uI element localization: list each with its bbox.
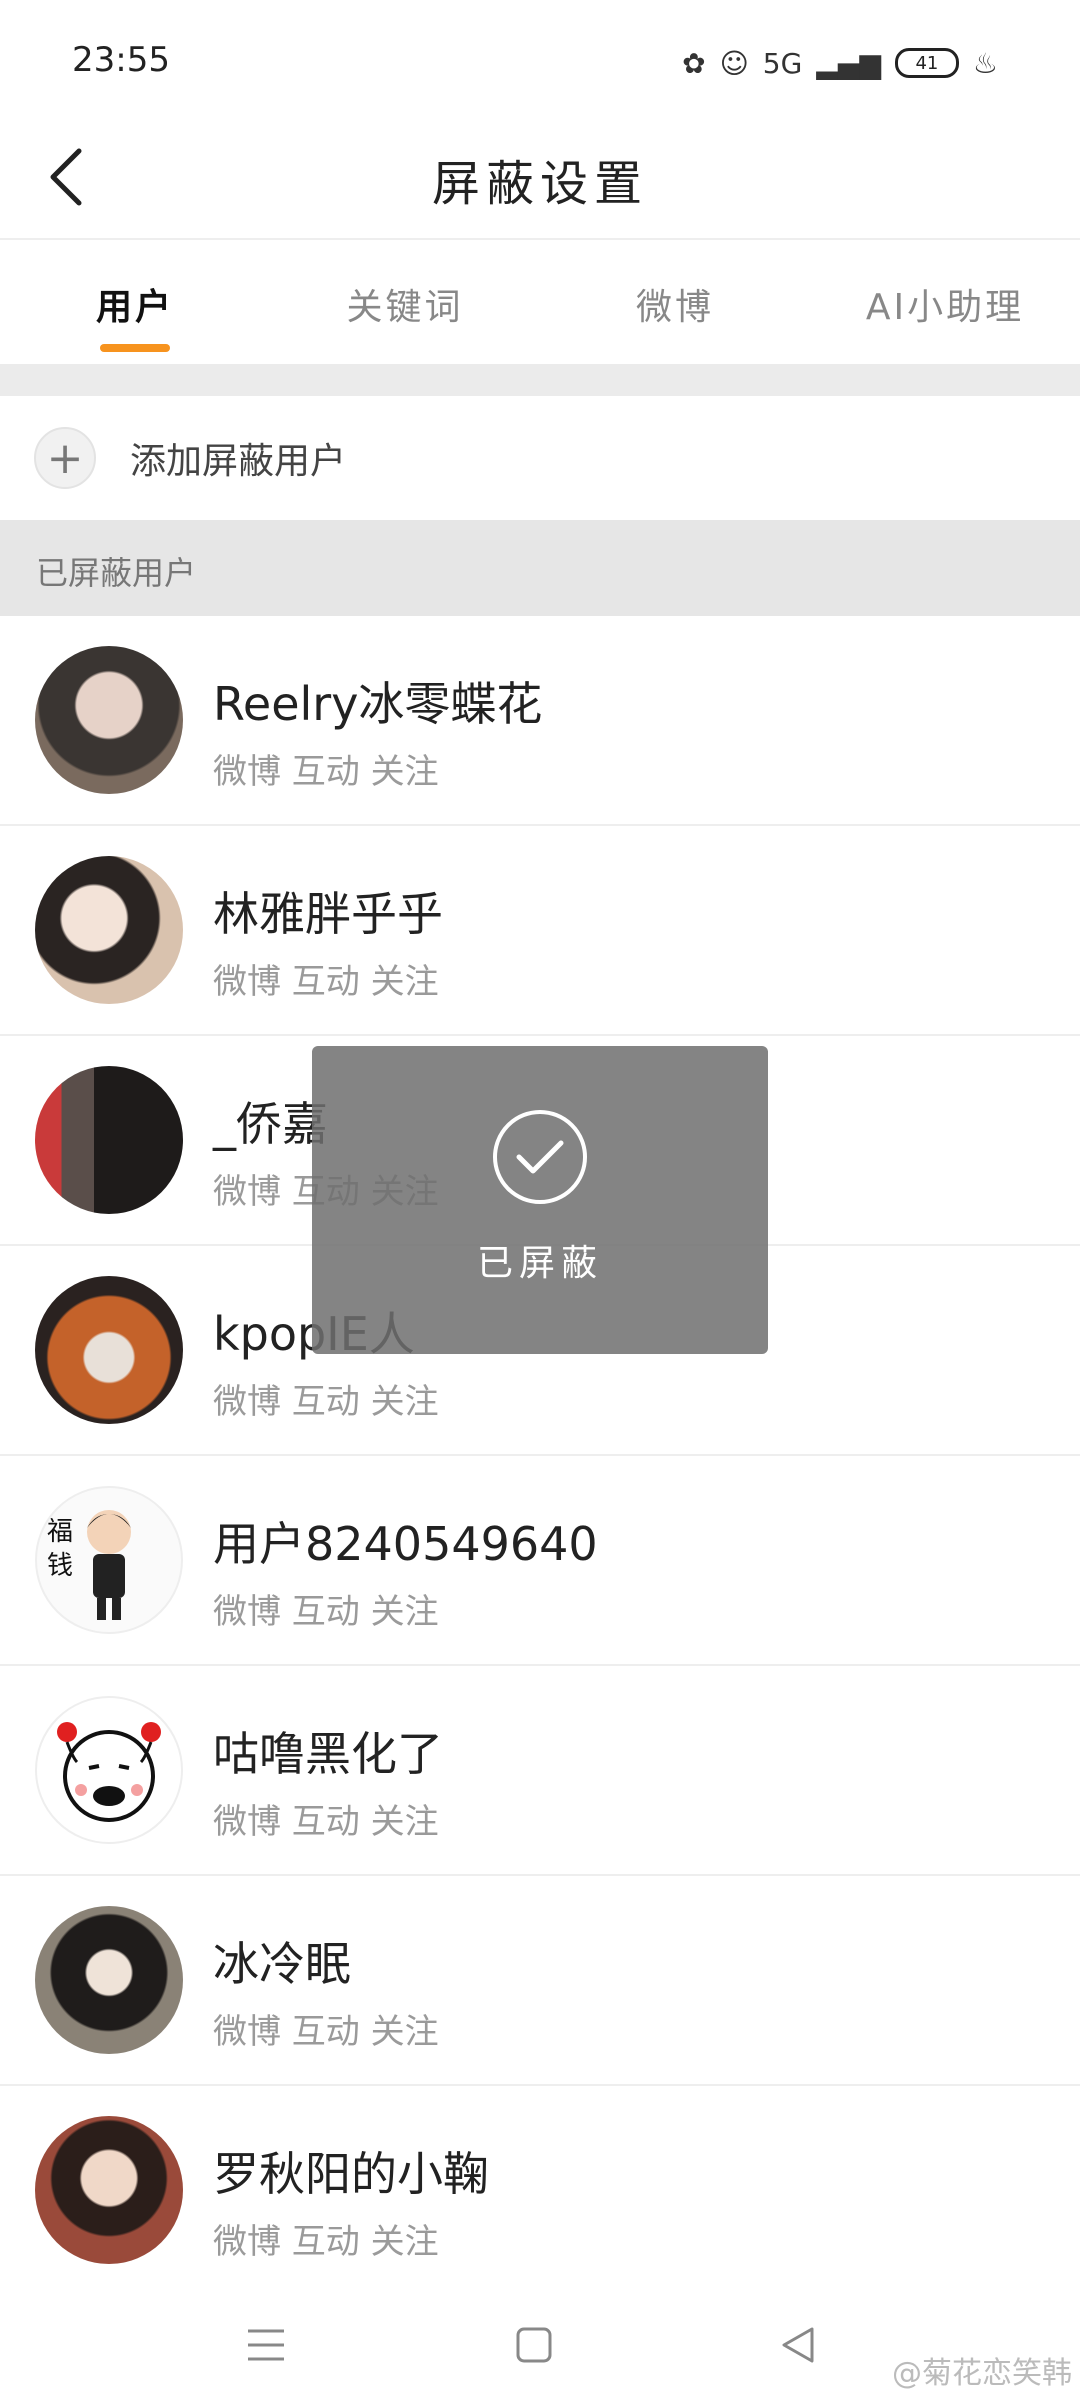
- avatar[interactable]: [35, 856, 183, 1004]
- status-time: 23:55: [72, 40, 170, 80]
- blocked-user-list: Reelry冰零蝶花 微博 互动 关注 林雅胖乎乎 微博 互动 关注 _侨嘉 微…: [0, 616, 1080, 2296]
- block-scope: 微博 互动 关注: [213, 1802, 439, 1842]
- list-item[interactable]: Reelry冰零蝶花 微博 互动 关注: [0, 616, 1080, 826]
- avatar[interactable]: [35, 646, 183, 794]
- user-name: _侨嘉: [213, 1097, 328, 1151]
- tab-keywords[interactable]: 关键词: [270, 240, 540, 364]
- list-item[interactable]: 罗秋阳的小鞠 微博 互动 关注: [0, 2086, 1080, 2296]
- back-triangle-icon: [782, 2327, 814, 2363]
- section-title: 已屏蔽用户: [36, 554, 197, 592]
- system-nav-bar: @菊花恋笑韩: [0, 2290, 1080, 2400]
- app-notification-icon: ☺: [719, 46, 749, 80]
- list-item[interactable]: 冰冷眠 微博 互动 关注: [0, 1876, 1080, 2086]
- cake-icon: ♨: [972, 46, 998, 80]
- home-square-icon: [516, 2327, 552, 2363]
- avatar[interactable]: [35, 1276, 183, 1424]
- user-name: 咕噜黑化了: [213, 1727, 443, 1781]
- blocked-toast: 已屏蔽: [312, 1046, 768, 1354]
- back-nav-button[interactable]: [758, 2310, 838, 2380]
- block-scope: 微博 互动 关注: [213, 2222, 439, 2262]
- section-header: 已屏蔽用户: [0, 520, 1080, 616]
- block-scope: 微博 互动 关注: [213, 752, 439, 792]
- tab-bar: 用户 关键词 微博 AI小助理: [0, 240, 1080, 364]
- tab-ai-assistant[interactable]: AI小助理: [810, 240, 1080, 364]
- user-name: 林雅胖乎乎: [213, 887, 443, 941]
- status-icons: ✿ ☺ 5G ▂▄▆ 41 ♨: [682, 38, 998, 88]
- status-bar: 23:55 ✿ ☺ 5G ▂▄▆ 41 ♨: [0, 0, 1080, 120]
- avatar[interactable]: [35, 1906, 183, 2054]
- tab-label: 关键词: [346, 287, 464, 328]
- block-scope: 微博 互动 关注: [213, 1382, 439, 1422]
- menu-icon: [248, 2329, 284, 2361]
- user-name: 冰冷眠: [213, 1937, 351, 1991]
- check-circle-icon: [493, 1110, 587, 1204]
- avatar[interactable]: 福 钱: [35, 1486, 183, 1634]
- cartoon-avatar-icon: 福 钱: [47, 1510, 131, 1620]
- check-icon: [516, 1140, 564, 1174]
- cartoon-face-icon: [57, 1722, 161, 1822]
- header: 屏蔽设置: [0, 120, 1080, 240]
- home-button[interactable]: [494, 2310, 574, 2380]
- tab-weibo[interactable]: 微博: [540, 240, 810, 364]
- avatar[interactable]: [35, 1696, 183, 1844]
- page-title: 屏蔽设置: [431, 156, 648, 212]
- menu-button[interactable]: [226, 2310, 306, 2380]
- svg-text:福: 福: [47, 1517, 73, 1547]
- add-blocked-user-button[interactable]: + 添加屏蔽用户: [0, 396, 1080, 520]
- tab-label: 微博: [635, 287, 714, 328]
- network-label: 5G: [762, 46, 803, 80]
- toast-message: 已屏蔽: [476, 1243, 603, 1284]
- block-scope: 微博 互动 关注: [213, 962, 439, 1002]
- watermark: @菊花恋笑韩: [892, 2356, 1072, 2391]
- tab-label: AI小助理: [865, 287, 1025, 328]
- plus-icon: +: [34, 427, 96, 489]
- user-name: 用户8240549640: [213, 1517, 598, 1571]
- avatar[interactable]: [35, 2116, 183, 2264]
- divider: [0, 364, 1080, 396]
- signal-icon: ▂▄▆: [816, 46, 881, 80]
- user-name: 罗秋阳的小鞠: [213, 2147, 489, 2201]
- list-item[interactable]: 林雅胖乎乎 微博 互动 关注: [0, 826, 1080, 1036]
- svg-text:钱: 钱: [47, 1551, 73, 1581]
- user-name: Reelry冰零蝶花: [213, 677, 543, 731]
- avatar[interactable]: [35, 1066, 183, 1214]
- tab-label: 用户: [95, 287, 174, 328]
- notification-icon: ✿: [682, 46, 706, 80]
- list-item[interactable]: 咕噜黑化了 微博 互动 关注: [0, 1666, 1080, 1876]
- list-item[interactable]: 福 钱 用户8240549640 微博 互动 关注: [0, 1456, 1080, 1666]
- tab-active-indicator: [100, 344, 170, 352]
- add-blocked-user-label: 添加屏蔽用户: [130, 441, 347, 482]
- battery-icon: 41: [894, 48, 959, 78]
- tab-users[interactable]: 用户: [0, 240, 270, 364]
- block-scope: 微博 互动 关注: [213, 2012, 439, 2052]
- block-scope: 微博 互动 关注: [213, 1592, 439, 1632]
